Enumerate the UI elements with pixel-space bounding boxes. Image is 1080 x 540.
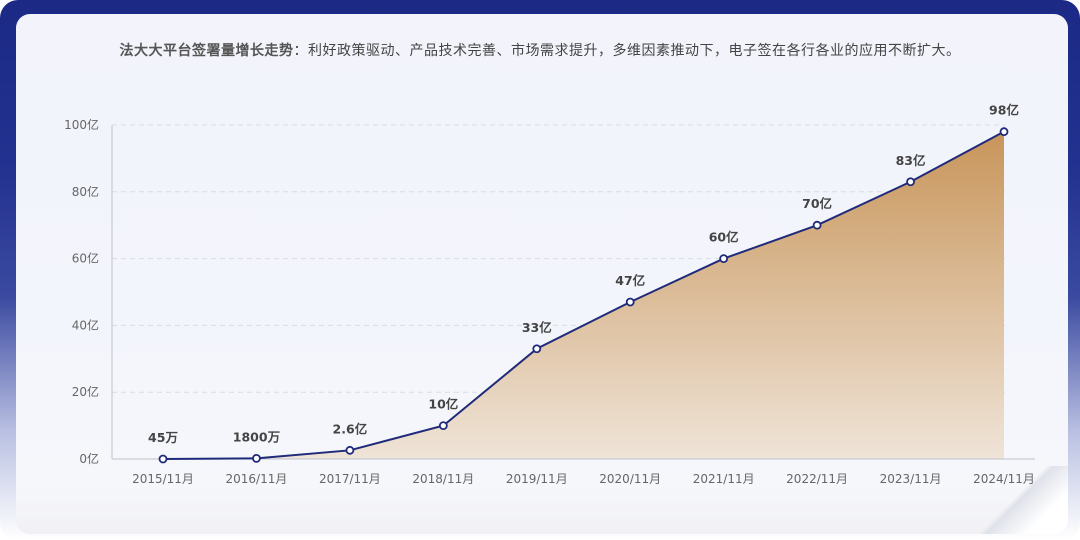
- x-tick-label: 2019/11月: [506, 472, 568, 486]
- area-fill: [163, 131, 1004, 459]
- x-tick-label: 2017/11月: [319, 472, 381, 486]
- data-point: [719, 254, 729, 264]
- data-point: [812, 220, 822, 230]
- data-label: 1800万: [233, 429, 280, 444]
- x-tick-label: 2020/11月: [599, 472, 661, 486]
- data-label: 2.6亿: [333, 421, 368, 436]
- x-tick-label: 2015/11月: [132, 472, 194, 486]
- y-tick-label: 60亿: [72, 251, 99, 266]
- y-tick-label: 0亿: [79, 451, 99, 466]
- data-label: 10亿: [428, 397, 458, 412]
- x-tick-label: 2016/11月: [226, 472, 288, 486]
- x-tick-label: 2022/11月: [786, 472, 848, 486]
- data-point: [999, 127, 1009, 137]
- y-tick-label: 40亿: [72, 317, 99, 332]
- x-tick-label: 2024/11月: [973, 472, 1035, 486]
- data-point: [532, 344, 542, 354]
- y-tick-label: 80亿: [72, 184, 99, 199]
- x-tick-label: 2018/11月: [412, 472, 474, 486]
- data-point: [438, 421, 448, 431]
- data-label: 60亿: [709, 230, 739, 245]
- y-tick-label: 20亿: [72, 384, 99, 399]
- data-point: [906, 177, 915, 187]
- data-label: 47亿: [615, 273, 645, 288]
- data-point: [158, 454, 168, 464]
- data-label: 45万: [148, 430, 178, 445]
- x-tick-label: 2023/11月: [880, 472, 942, 486]
- x-tick-label: 2021/11月: [693, 472, 755, 486]
- growth-chart: 0亿 20亿 40亿 60亿 80亿 100亿 2015/11月 2016/11月 2017/1…: [64, 103, 1035, 486]
- data-point: [252, 453, 261, 463]
- data-label: 83亿: [896, 153, 926, 168]
- data-label: 33亿: [522, 320, 552, 335]
- data-point: [345, 445, 355, 455]
- data-label: 98亿: [989, 103, 1019, 118]
- data-label: 70亿: [802, 196, 832, 211]
- y-tick-label: 100亿: [64, 117, 99, 132]
- data-point: [625, 297, 635, 307]
